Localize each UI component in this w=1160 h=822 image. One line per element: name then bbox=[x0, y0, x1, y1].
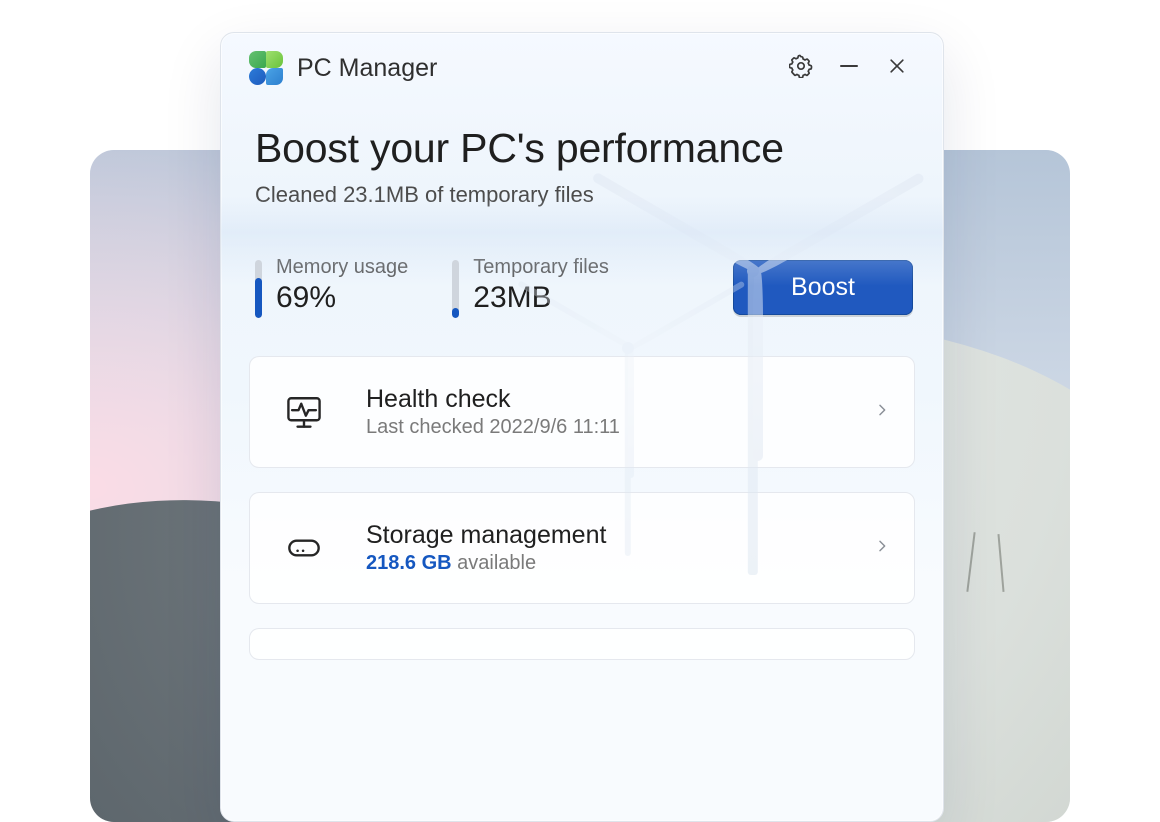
temp-label: Temporary files bbox=[473, 256, 609, 279]
title-bar: PC Manager bbox=[221, 33, 943, 103]
hero-subtitle: Cleaned 23.1MB of temporary files bbox=[255, 182, 915, 208]
stat-memory: Memory usage 69% bbox=[255, 256, 408, 318]
temp-value: 23MB bbox=[473, 281, 609, 315]
gear-icon bbox=[789, 54, 813, 83]
chevron-right-icon bbox=[874, 402, 890, 423]
card-health-check[interactable]: Health check Last checked 2022/9/6 11:11 bbox=[249, 356, 915, 468]
storage-icon bbox=[278, 526, 330, 570]
temp-meter bbox=[452, 260, 459, 318]
app-logo-icon bbox=[249, 51, 283, 85]
card-title: Storage management bbox=[366, 521, 874, 550]
stats-row: Memory usage 69% Temporary files 23MB Bo… bbox=[221, 236, 943, 352]
memory-meter-fill bbox=[255, 278, 262, 318]
memory-value: 69% bbox=[276, 281, 408, 315]
close-icon bbox=[887, 56, 907, 81]
card-storage-management[interactable]: Storage management 218.6 GB available bbox=[249, 492, 915, 604]
temp-meter-fill bbox=[452, 308, 459, 318]
card-subtitle: Last checked 2022/9/6 11:11 bbox=[366, 416, 874, 439]
minimize-icon bbox=[837, 54, 861, 83]
memory-label: Memory usage bbox=[276, 256, 408, 279]
memory-meter bbox=[255, 260, 262, 318]
card-title: Health check bbox=[366, 385, 874, 414]
chevron-right-icon bbox=[874, 538, 890, 559]
minimize-button[interactable] bbox=[825, 44, 873, 92]
card-subtitle: 218.6 GB available bbox=[366, 552, 874, 575]
hero: Boost your PC's performance Cleaned 23.1… bbox=[221, 103, 943, 236]
app-title: PC Manager bbox=[297, 54, 437, 83]
storage-available-value: 218.6 GB bbox=[366, 552, 452, 574]
hero-title: Boost your PC's performance bbox=[255, 125, 915, 172]
storage-available-suffix: available bbox=[452, 552, 537, 574]
close-button[interactable] bbox=[873, 44, 921, 92]
boost-button[interactable]: Boost bbox=[733, 260, 913, 315]
settings-button[interactable] bbox=[777, 44, 825, 92]
app-window: PC Manager Boos bbox=[220, 32, 944, 822]
card-next-peek[interactable] bbox=[249, 628, 915, 660]
stat-temp: Temporary files 23MB bbox=[452, 256, 609, 318]
health-check-icon bbox=[278, 390, 330, 434]
